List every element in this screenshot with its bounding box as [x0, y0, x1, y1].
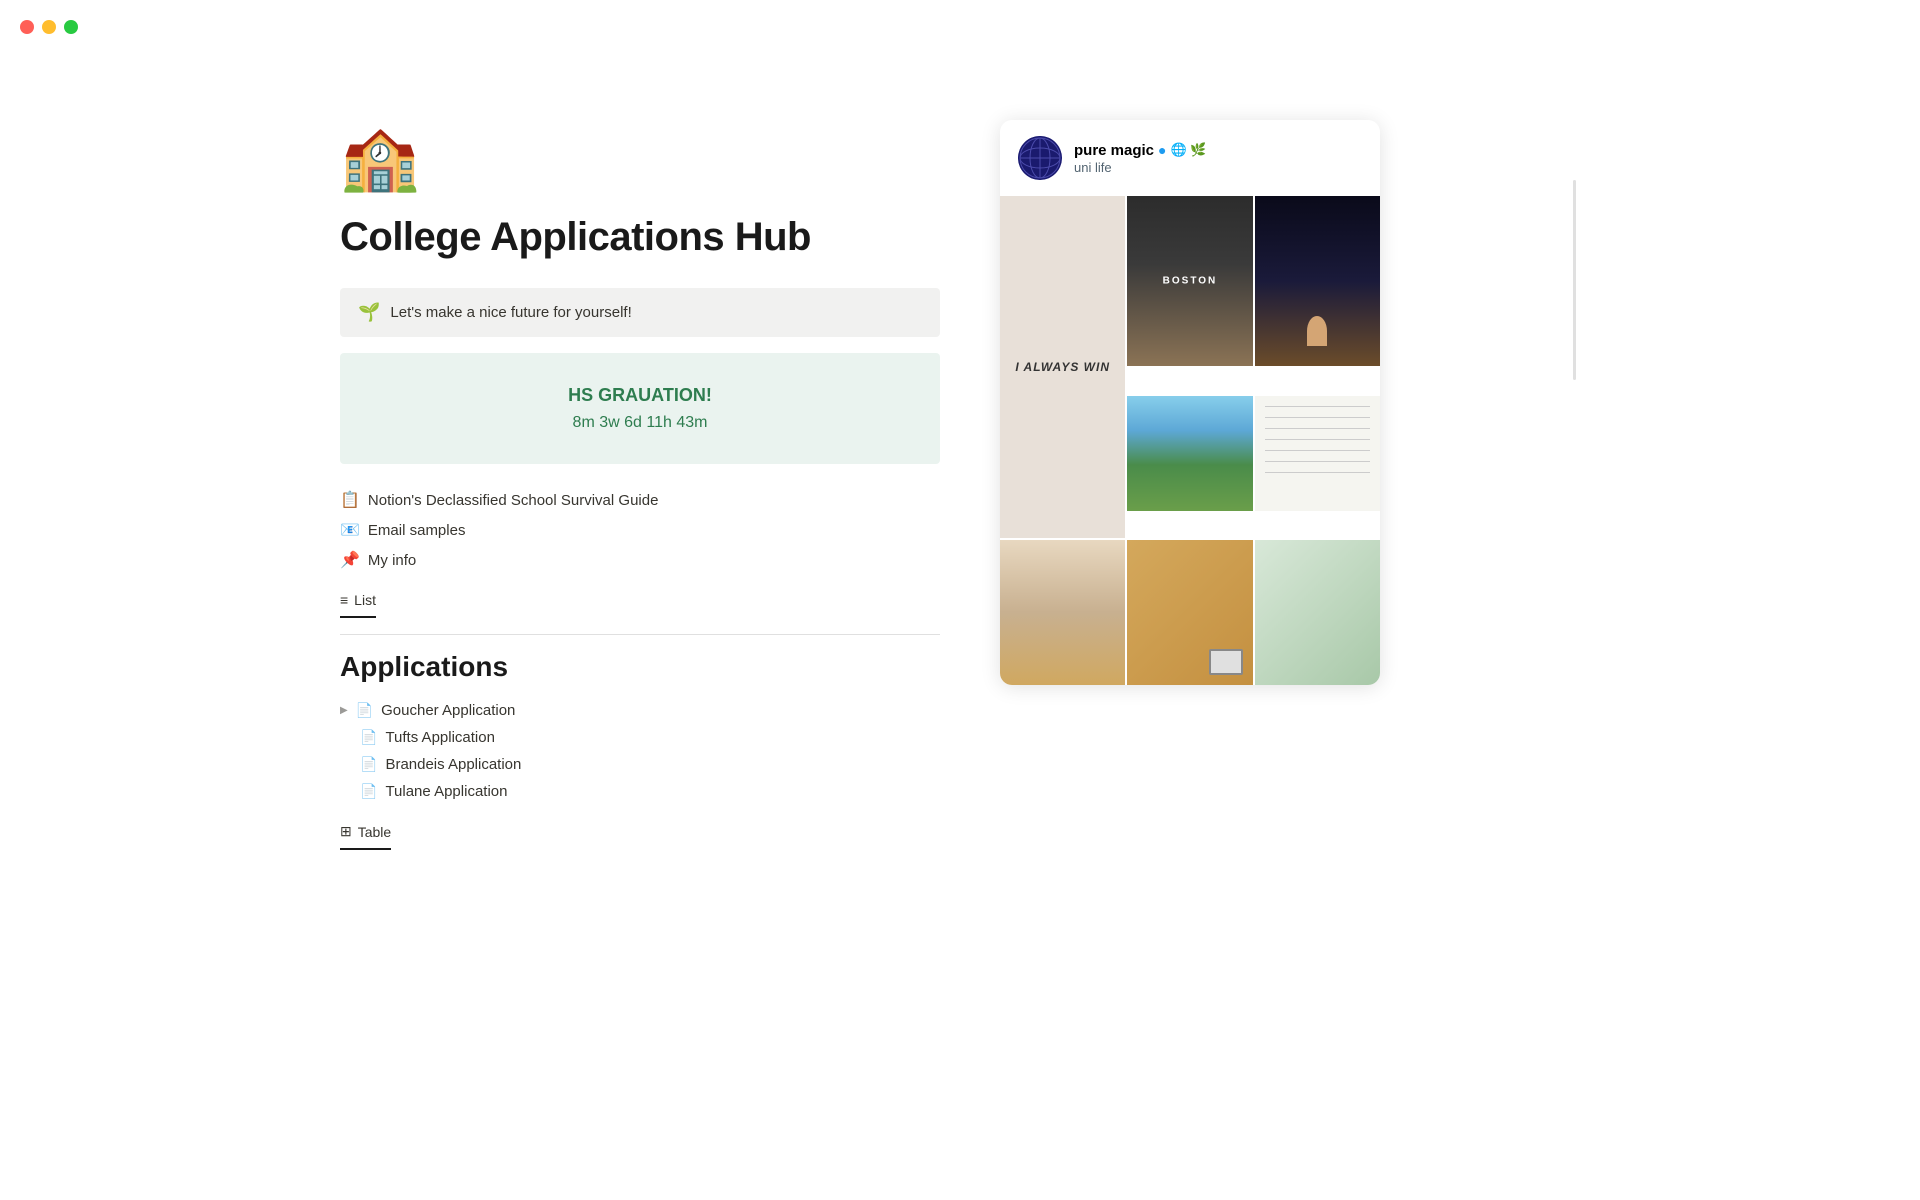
email-samples-icon: 📧	[340, 520, 360, 540]
my-info-icon: 📌	[340, 550, 360, 570]
traffic-lights	[20, 20, 78, 34]
photo-spreadsheet	[1255, 396, 1380, 539]
link-my-info[interactable]: 📌 My info	[340, 548, 940, 572]
minimize-button[interactable]	[42, 20, 56, 34]
app-item-goucher[interactable]: ▶ 📄 Goucher Application	[340, 699, 940, 722]
app-item-tufts[interactable]: 📄 Tufts Application	[340, 726, 940, 749]
photo-speaker	[1255, 196, 1380, 394]
countdown-time: 8m 3w 6d 11h 43m	[360, 414, 920, 432]
left-panel: 🏫 College Applications Hub 🌱 Let's make …	[340, 120, 940, 850]
main-content: 🏫 College Applications Hub 🌱 Let's make …	[260, 0, 1660, 910]
page-title: College Applications Hub	[340, 215, 940, 260]
countdown-title: HS GRAUATION!	[360, 385, 920, 406]
countdown-block: HS GRAUATION! 8m 3w 6d 11h 43m	[340, 353, 940, 464]
always-win-text: I ALWAYS WIN	[1015, 360, 1110, 374]
list-toggle-label: List	[354, 592, 376, 608]
photo-campus	[1127, 396, 1252, 539]
brandeis-label: Brandeis Application	[385, 756, 521, 773]
survival-guide-icon: 📋	[340, 490, 360, 510]
tulane-label: Tulane Application	[385, 783, 507, 800]
list-icon: ≡	[340, 592, 348, 608]
social-card: pure magic ● 🌐 🌿 uni life I ALWAYS WIN	[1000, 120, 1380, 685]
brandeis-doc-icon: 📄	[360, 756, 377, 773]
photo-always-win: I ALWAYS WIN	[1000, 196, 1125, 538]
applications-list: ▶ 📄 Goucher Application 📄 Tufts Applicat…	[340, 699, 940, 803]
social-subtitle: uni life	[1074, 160, 1362, 175]
survival-guide-label: Notion's Declassified School Survival Gu…	[368, 492, 659, 509]
table-view-toggle[interactable]: ⊞ Table	[340, 823, 391, 850]
photo-study-room	[1255, 540, 1380, 685]
photo-outdoor-market	[1000, 540, 1125, 685]
callout-icon: 🌱	[358, 302, 380, 323]
list-view-toggle[interactable]: ≡ List	[340, 592, 376, 618]
table-toggle-label: Table	[358, 824, 391, 840]
goucher-doc-icon: 📄	[356, 702, 373, 719]
scrollbar[interactable]	[1573, 180, 1576, 380]
section-divider	[340, 634, 940, 635]
social-card-wrapper: pure magic ● 🌐 🌿 uni life I ALWAYS WIN	[1000, 120, 1580, 685]
social-header: pure magic ● 🌐 🌿 uni life	[1000, 120, 1380, 196]
link-email-samples[interactable]: 📧 Email samples	[340, 518, 940, 542]
close-button[interactable]	[20, 20, 34, 34]
photo-laptop	[1127, 540, 1252, 685]
callout-text: Let's make a nice future for yourself!	[390, 304, 631, 321]
goucher-label: Goucher Application	[381, 702, 515, 719]
page-icon: 🏫	[340, 120, 940, 195]
goucher-chevron-icon: ▶	[340, 705, 348, 716]
app-item-tulane[interactable]: 📄 Tulane Application	[340, 780, 940, 803]
tufts-doc-icon: 📄	[360, 729, 377, 746]
social-info: pure magic ● 🌐 🌿 uni life	[1074, 142, 1362, 175]
table-icon: ⊞	[340, 823, 352, 840]
photo-boston-hoodie	[1127, 196, 1252, 394]
link-survival-guide[interactable]: 📋 Notion's Declassified School Survival …	[340, 488, 940, 512]
applications-title: Applications	[340, 651, 940, 683]
links-list: 📋 Notion's Declassified School Survival …	[340, 488, 940, 572]
verified-icon: ●	[1158, 142, 1166, 158]
right-panel: pure magic ● 🌐 🌿 uni life I ALWAYS WIN	[1000, 120, 1580, 685]
callout-block: 🌱 Let's make a nice future for yourself!	[340, 288, 940, 337]
app-item-brandeis[interactable]: 📄 Brandeis Application	[340, 753, 940, 776]
email-samples-label: Email samples	[368, 522, 466, 539]
social-avatar	[1018, 136, 1062, 180]
username-text: pure magic	[1074, 142, 1154, 159]
tulane-doc-icon: 📄	[360, 783, 377, 800]
photo-grid: I ALWAYS WIN	[1000, 196, 1380, 685]
emoji-badges: 🌐 🌿	[1171, 142, 1207, 158]
tufts-label: Tufts Application	[385, 729, 495, 746]
my-info-label: My info	[368, 552, 416, 569]
social-name: pure magic ● 🌐 🌿	[1074, 142, 1362, 159]
maximize-button[interactable]	[64, 20, 78, 34]
